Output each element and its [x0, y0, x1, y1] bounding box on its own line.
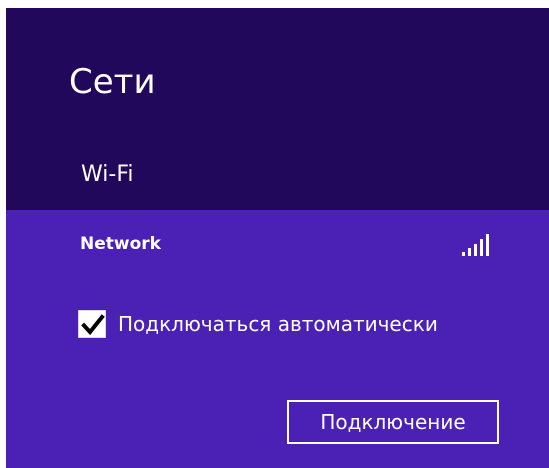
selected-network-item[interactable]: Network Подключаться автоматически Подкл…: [6, 210, 549, 468]
auto-connect-label[interactable]: Подключаться автоматически: [118, 314, 438, 334]
connect-button[interactable]: Подключение: [287, 400, 499, 444]
signal-bar-4: [480, 239, 483, 256]
wifi-signal-icon: [462, 234, 489, 256]
panel-header: Сети Wi-Fi: [6, 8, 549, 210]
auto-connect-checkbox[interactable]: [78, 310, 106, 338]
wifi-section-label: Wi-Fi: [81, 162, 134, 187]
network-name: Network: [80, 234, 161, 254]
signal-bar-5: [486, 234, 489, 256]
network-row[interactable]: Network: [6, 228, 549, 268]
checkmark-icon: [81, 314, 105, 336]
panel-title: Сети: [69, 62, 156, 102]
signal-bar-2: [468, 248, 471, 256]
networks-panel: Сети Wi-Fi Network Подключаться автомати…: [6, 8, 549, 468]
signal-bar-1: [462, 252, 465, 256]
signal-bar-3: [474, 244, 477, 256]
auto-connect-row[interactable]: Подключаться автоматически: [6, 302, 549, 342]
